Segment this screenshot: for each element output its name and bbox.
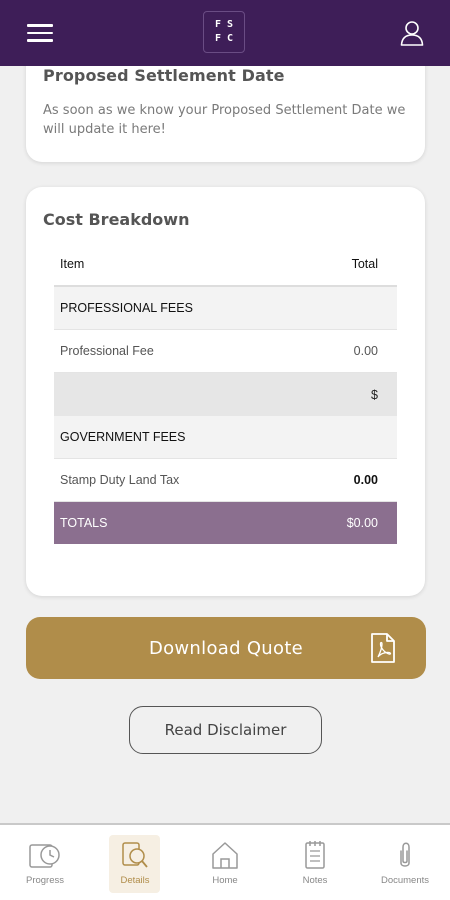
logo-letter: C	[226, 33, 234, 44]
notes-icon	[305, 841, 325, 869]
user-icon[interactable]	[400, 20, 424, 46]
progress-clock-icon	[29, 844, 60, 868]
nav-label: Progress	[25, 875, 64, 886]
column-header-item: Item	[60, 257, 85, 271]
nav-label: Notes	[302, 875, 328, 886]
nav-item-notes[interactable]: Notes	[270, 825, 360, 900]
totals-label: TOTALS	[60, 516, 108, 530]
logo-letter: S	[226, 19, 234, 30]
totals-row: TOTALS $0.00	[54, 502, 397, 544]
cost-breakdown-card: Cost Breakdown Item Total PROFESSIONAL F…	[26, 187, 425, 596]
row-label: Professional Fee	[60, 344, 154, 358]
cost-table: Item Total PROFESSIONAL FEES Professiona…	[54, 243, 397, 544]
paperclip-icon	[400, 842, 410, 867]
nav-item-documents[interactable]: Documents	[360, 825, 450, 900]
row-label: Stamp Duty Land Tax	[60, 473, 180, 487]
section-row-government-fees: GOVERNMENT FEES	[54, 416, 397, 459]
read-disclaimer-button[interactable]: Read Disclaimer	[129, 706, 322, 754]
app-header: F S F C	[0, 0, 450, 66]
logo-letter: F	[214, 19, 222, 30]
download-quote-label: Download Quote	[148, 637, 304, 659]
table-row-stamp-duty: Stamp Duty Land Tax 0.00	[54, 459, 397, 502]
nav-label: Home	[212, 875, 238, 886]
nav-item-progress[interactable]: Progress	[0, 825, 90, 900]
section-label: GOVERNMENT FEES	[60, 430, 186, 444]
menu-icon[interactable]	[27, 24, 53, 42]
download-quote-button[interactable]: Download Quote	[26, 617, 426, 679]
table-row-professional-fee: Professional Fee 0.00	[54, 330, 397, 373]
cost-breakdown-title: Cost Breakdown	[43, 210, 190, 229]
section-label: PROFESSIONAL FEES	[60, 301, 193, 315]
nav-label: Details	[120, 875, 150, 886]
bottom-navigation: Progress Details Home Notes Documents	[0, 823, 450, 900]
nav-item-home[interactable]: Home	[180, 825, 270, 900]
subtotal-value: $	[371, 387, 378, 402]
home-icon	[212, 842, 238, 869]
settlement-title: Proposed Settlement Date	[43, 66, 285, 85]
row-value: 0.00	[353, 344, 378, 358]
read-disclaimer-label: Read Disclaimer	[164, 721, 287, 739]
app-logo: F S F C	[203, 11, 245, 53]
nav-label: Documents	[380, 875, 430, 886]
section-row-professional-fees: PROFESSIONAL FEES	[54, 287, 397, 330]
row-value: 0.00	[353, 473, 378, 487]
details-search-icon	[122, 842, 148, 868]
subtotal-row: $	[54, 373, 397, 416]
totals-value: $0.00	[346, 516, 378, 530]
table-header-row: Item Total	[54, 243, 397, 287]
nav-item-details[interactable]: Details	[90, 825, 180, 900]
logo-letter: F	[214, 33, 222, 44]
column-header-total: Total	[351, 257, 378, 271]
pdf-icon	[371, 633, 395, 663]
settlement-description: As soon as we know your Proposed Settlem…	[43, 103, 406, 137]
